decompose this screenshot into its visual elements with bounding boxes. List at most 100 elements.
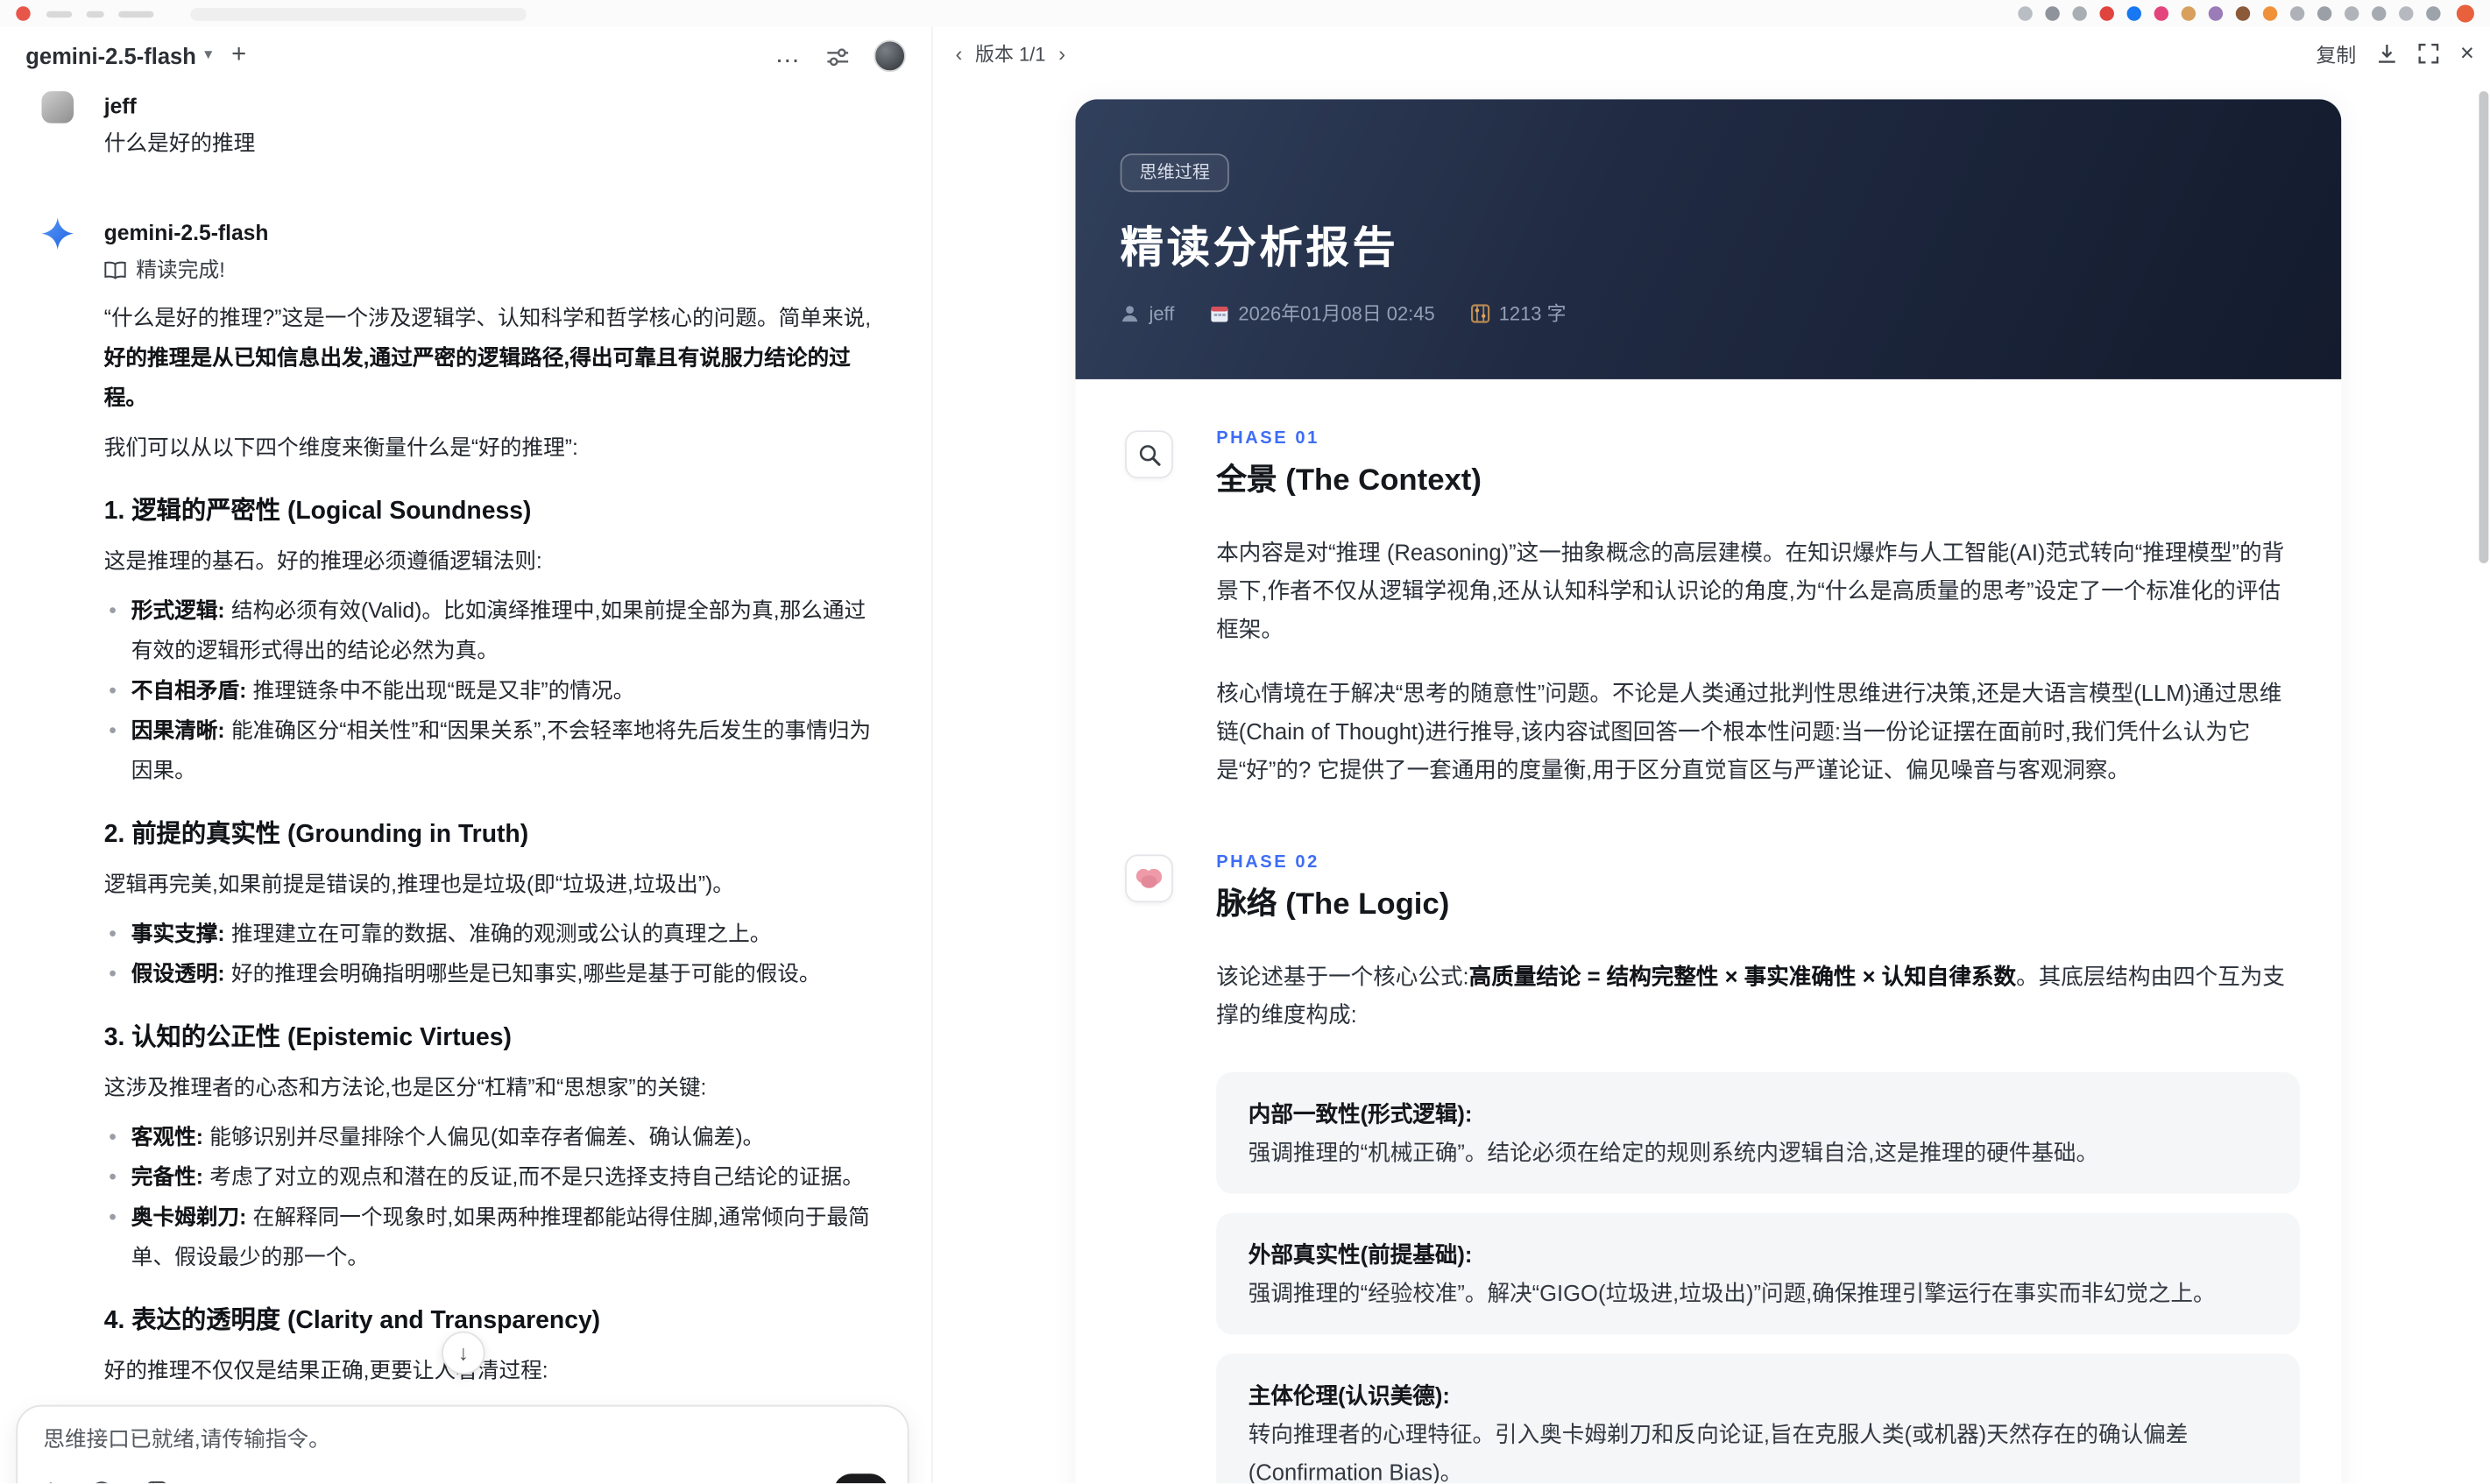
extension-red-icon[interactable] bbox=[2099, 6, 2114, 21]
section-intro: 好的推理不仅仅是结果正确,更要让人看清过程: bbox=[103, 1358, 548, 1383]
copy-button[interactable]: 复制 bbox=[2316, 39, 2356, 69]
arrow-down-icon: ↓ bbox=[457, 1340, 469, 1366]
menu-placeholder bbox=[46, 10, 73, 18]
extension-icons bbox=[2005, 6, 2441, 21]
fullscreen-button[interactable] bbox=[2418, 43, 2439, 64]
new-chat-button[interactable]: + bbox=[231, 42, 246, 68]
person-icon bbox=[1121, 305, 1138, 322]
chat-header: gemini-2.5-flash ▾ + … bbox=[0, 27, 931, 85]
download-button[interactable] bbox=[2377, 43, 2398, 64]
chat-message-list[interactable]: jeff 什么是好的推理 gemini-2.5-flash 精读完成! “什么是… bbox=[0, 85, 931, 1483]
extension-gray-8-icon[interactable] bbox=[2399, 6, 2414, 21]
book-icon bbox=[104, 260, 126, 279]
address-bar[interactable] bbox=[190, 7, 527, 20]
assistant-name: gemini-2.5-flash bbox=[103, 221, 269, 245]
section-heading: 3. 认知的公正性 (Epistemic Virtues) bbox=[103, 1024, 512, 1052]
version-label: 版本 1/1 bbox=[975, 43, 1046, 66]
model-selector[interactable]: gemini-2.5-flash ▾ bbox=[25, 43, 212, 68]
list-item: 形式逻辑:结构必须有效(Valid)。比如演绎推理中,如果前提全部为真,那么通过… bbox=[104, 590, 884, 670]
canvas-button[interactable] bbox=[146, 1480, 169, 1484]
bullet-list: 形式逻辑:结构必须有效(Valid)。比如演绎推理中,如果前提全部为真,那么通过… bbox=[104, 590, 884, 790]
extension-gray-1-icon[interactable] bbox=[2018, 6, 2033, 21]
assistant-status-text: 精读完成! bbox=[136, 258, 225, 282]
compass-icon bbox=[95, 1480, 110, 1484]
bullet-list: 客观性:能够识别并尽量排除个人偏见(如幸存者偏差、确认偏差)。 完备性:考虑了对… bbox=[104, 1117, 884, 1277]
preview-toolbar: ‹ 版本 1/1 › 复制 × bbox=[933, 27, 2490, 80]
gemini-star-icon bbox=[41, 217, 74, 250]
next-version-button[interactable]: › bbox=[1058, 41, 1065, 65]
settings-sliders-button[interactable] bbox=[826, 46, 850, 67]
extension-gray-4-icon[interactable] bbox=[2289, 6, 2305, 21]
more-options-button[interactable]: … bbox=[775, 42, 802, 68]
composer: + bbox=[16, 1404, 909, 1484]
section-intro: 这涉及推理者的心态和方法论,也是区分“杠精”和“思想家”的关键: bbox=[103, 1075, 707, 1099]
extension-brown-icon[interactable] bbox=[2235, 6, 2251, 21]
extension-gray-2-icon[interactable] bbox=[2045, 6, 2060, 21]
assistant-paragraph: “什么是好的推理?”这是一个涉及逻辑学、认知科学和哲学核心的问题。简单来说,好的… bbox=[103, 305, 872, 410]
user-name: jeff bbox=[103, 94, 137, 119]
user-message-text: 什么是好的推理 bbox=[103, 131, 256, 156]
report-body[interactable]: PHASE 01 全景 (The Context) 本内容是对“推理 (Reas… bbox=[1075, 379, 2341, 1484]
phase-paragraph: 核心情境在于解决“思考的随意性”问题。不论是人类通过批判性思维进行决策,还是大语… bbox=[1216, 680, 2282, 783]
list-item: 事实支撑:推理建立在可靠的数据、准确的观测或公认的真理之上。 bbox=[104, 914, 884, 954]
section-heading: 4. 表达的透明度 (Clarity and Transparency) bbox=[103, 1307, 601, 1335]
extension-blue-icon[interactable] bbox=[2126, 6, 2141, 21]
chat-panel: gemini-2.5-flash ▾ + … jeff 什么是好的推理 gemi… bbox=[0, 27, 933, 1484]
extension-orange-icon[interactable] bbox=[2262, 6, 2278, 21]
previous-version-button[interactable]: ‹ bbox=[955, 41, 962, 65]
extension-gray-7-icon[interactable] bbox=[2372, 6, 2387, 21]
phase-1: PHASE 01 全景 (The Context) 本内容是对“推理 (Reas… bbox=[1075, 429, 2341, 789]
dimension-callouts: 内部一致性(形式逻辑): 强调推理的“机械正确”。结论必须在给定的规则系统内逻辑… bbox=[1216, 1071, 2300, 1484]
extension-gray-3-icon[interactable] bbox=[2072, 6, 2087, 21]
list-item: 完备性:考虑了对立的观点和潜在的反证,而不是只选择支持自己结论的证据。 bbox=[104, 1157, 884, 1198]
model-selector-label: gemini-2.5-flash bbox=[25, 43, 196, 69]
app-window: gemini-2.5-flash ▾ + … jeff 什么是好的推理 gemi… bbox=[0, 27, 2490, 1484]
assistant-paragraph: 我们可以从以下四个维度来衡量什么是“好的推理”: bbox=[103, 435, 578, 460]
phase-title: 全景 (The Context) bbox=[1216, 463, 1482, 498]
report-header: 思维过程 精读分析报告 jeff 2026年01月08日 02:45 1213 … bbox=[1075, 99, 2342, 379]
list-item: 客观性:能够识别并尽量排除个人偏见(如幸存者偏差、确认偏差)。 bbox=[104, 1117, 884, 1157]
assistant-message: gemini-2.5-flash 精读完成! “什么是好的推理?”这是一个涉及逻… bbox=[41, 217, 883, 1446]
callout-internal-consistency: 内部一致性(形式逻辑): 强调推理的“机械正确”。结论必须在给定的规则系统内逻辑… bbox=[1216, 1071, 2300, 1194]
scroll-to-bottom-button[interactable]: ↓ bbox=[442, 1331, 485, 1375]
sliders-icon bbox=[827, 47, 849, 66]
extension-plum-icon[interactable] bbox=[2208, 6, 2224, 21]
window-scrollbar-thumb[interactable] bbox=[2479, 91, 2489, 563]
frame-icon bbox=[148, 1480, 166, 1484]
user-message: jeff 什么是好的推理 bbox=[41, 91, 883, 163]
abacus-icon bbox=[1470, 303, 1489, 322]
window-close-icon[interactable] bbox=[16, 6, 31, 21]
bullet-list: 事实支撑:推理建立在可靠的数据、准确的观测或公认的真理之上。 假设透明:好的推理… bbox=[104, 914, 884, 993]
assistant-status: 精读完成! bbox=[104, 251, 884, 288]
calendar-icon bbox=[1210, 306, 1227, 322]
extension-magenta-icon[interactable] bbox=[2154, 6, 2169, 21]
section-heading: 2. 前提的真实性 (Grounding in Truth) bbox=[103, 821, 529, 849]
close-preview-button[interactable]: × bbox=[2460, 40, 2474, 67]
list-item: 奥卡姆剃刀:在解释同一个现象时,如果两种推理都能站得住脚,通常倾向于最简单、假设… bbox=[104, 1197, 884, 1276]
account-avatar[interactable] bbox=[874, 39, 906, 73]
extension-tan-icon[interactable] bbox=[2181, 6, 2196, 21]
profile-avatar[interactable] bbox=[2456, 4, 2474, 23]
meta-datetime: 2026年01月08日 02:45 bbox=[1210, 300, 1435, 327]
list-item: 假设透明:好的推理会明确指明哪些是已知事实,哪些是基于可能的假设。 bbox=[104, 954, 884, 994]
tools-button[interactable] bbox=[90, 1480, 114, 1484]
user-avatar bbox=[41, 91, 74, 124]
list-item: 不自相矛盾:推理链条中不能出现“既是又非”的情况。 bbox=[104, 670, 884, 710]
menu-placeholder bbox=[86, 10, 104, 18]
attach-button[interactable]: + bbox=[43, 1478, 58, 1483]
extension-gray-6-icon[interactable] bbox=[2344, 6, 2359, 21]
phase-label: PHASE 01 bbox=[1216, 428, 1319, 449]
extension-gray-5-icon[interactable] bbox=[2317, 6, 2332, 21]
toolbar-actions: 复制 × bbox=[2316, 39, 2473, 69]
phase-label: PHASE 02 bbox=[1216, 852, 1319, 873]
section-heading: 1. 逻辑的严密性 (Logical Soundness) bbox=[103, 498, 532, 526]
extension-gray-9-icon[interactable] bbox=[2426, 6, 2441, 21]
menu-placeholder bbox=[118, 10, 154, 18]
report-title: 精读分析报告 bbox=[1120, 223, 1399, 272]
voice-input-button[interactable] bbox=[833, 1473, 888, 1484]
meta-author: jeff bbox=[1121, 301, 1174, 324]
message-input[interactable] bbox=[43, 1427, 844, 1452]
magnifier-icon bbox=[1125, 430, 1173, 479]
download-icon bbox=[2379, 45, 2396, 63]
composer-actions: + bbox=[43, 1473, 888, 1484]
